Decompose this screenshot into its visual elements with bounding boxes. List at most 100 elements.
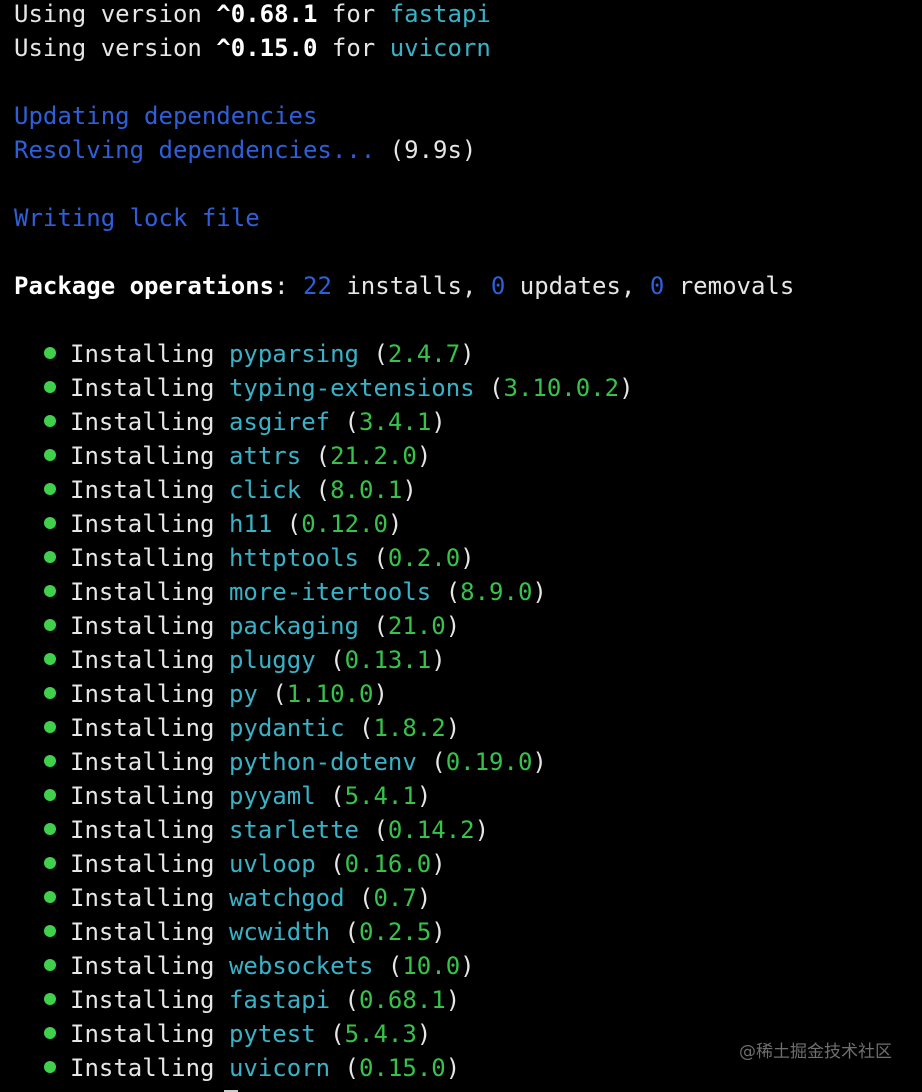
version-line-fastapi: Using version ^0.68.1 for fastapi [14,0,491,28]
bullet-icon [44,517,56,529]
updating-dependencies-line: Updating dependencies [14,102,318,130]
install-row: Installing fastapi (0.68.1) [14,983,914,1017]
package-name: uvloop [228,850,316,878]
package-version: 0.19.0 [445,748,533,776]
install-row: Installing typing-extensions (3.10.0.2) [14,371,914,405]
install-row: Installing pluggy (0.13.1) [14,643,914,677]
install-verb: Installing [70,340,215,368]
install-row: Installing py (1.10.0) [14,677,914,711]
package-version: 0.12.0 [301,510,388,538]
install-verb: Installing [70,408,215,436]
install-verb: Installing [70,748,215,776]
package-version: 1.8.2 [373,714,446,742]
bullet-icon [44,551,56,563]
package-version: 0.16.0 [344,850,432,878]
bullet-icon [44,449,56,461]
install-list: Installing pyparsing (2.4.7) Installing t… [14,337,914,1085]
bullet-icon [44,993,56,1005]
package-operations-line: Package operations: 22 installs, 0 updat… [14,272,795,300]
bullet-icon [44,1061,56,1073]
install-verb: Installing [70,884,215,912]
install-verb: Installing [70,442,215,470]
package-version: 5.4.1 [344,782,417,810]
bullet-icon [44,823,56,835]
bullet-icon [44,619,56,631]
install-row: Installing attrs (21.2.0) [14,439,914,473]
bullet-icon [44,857,56,869]
install-row: Installing starlette (0.14.2) [14,813,914,847]
install-row: Installing pyparsing (2.4.7) [14,337,914,371]
install-verb: Installing [70,544,215,572]
package-name: pluggy [228,646,316,674]
terminal-output[interactable]: Using version ^0.68.1 for fastapi Using … [14,0,914,1092]
package-name: httptools [228,544,359,572]
package-version: 1.10.0 [286,680,374,708]
install-verb: Installing [70,782,215,810]
package-name: watchgod [228,884,345,912]
package-version: 0.14.2 [387,816,475,844]
package-name: uvicorn [389,34,491,62]
install-row: Installing uvloop (0.16.0) [14,847,914,881]
prompt-line[interactable] [14,1085,914,1092]
package-name: packaging [228,612,359,640]
package-name: pyparsing [228,340,359,368]
bullet-icon [44,653,56,665]
package-version: 0.68.1 [359,986,446,1014]
install-verb: Installing [70,612,215,640]
install-row: Installing python-dotenv (0.19.0) [14,745,914,779]
install-verb: Installing [70,374,215,402]
bullet-icon [44,347,56,359]
install-row: Installing websockets (10.0) [14,949,914,983]
package-version: 10.0 [402,952,461,980]
writing-lock-file-line: Writing lock file [14,204,260,232]
install-row: Installing more-itertools (8.9.0) [14,575,914,609]
bullet-icon [44,381,56,393]
package-version: 0.7 [373,884,417,912]
package-version: 0.15.0 [359,1054,446,1082]
install-row: Installing click (8.0.1) [14,473,914,507]
bullet-icon [44,1027,56,1039]
package-name: pydantic [228,714,345,742]
install-row: Installing pyyaml (5.4.1) [14,779,914,813]
install-row: Installing asgiref (3.4.1) [14,405,914,439]
install-verb: Installing [70,1020,215,1048]
version-spec: ^0.15.0 [216,34,318,62]
bullet-icon [44,687,56,699]
package-version: 8.0.1 [330,476,403,504]
package-name: websockets [228,952,374,980]
bullet-icon [44,721,56,733]
package-version: 5.4.3 [344,1020,417,1048]
install-row: Installing wcwidth (0.2.5) [14,915,914,949]
version-spec: ^0.68.1 [216,0,318,28]
resolving-dependencies-line: Resolving dependencies... (9.9s) [14,136,477,164]
package-name: wcwidth [228,918,331,946]
install-row: Installing httptools (0.2.0) [14,541,914,575]
package-name: starlette [228,816,359,844]
package-name: python-dotenv [228,748,417,776]
bullet-icon [44,755,56,767]
bullet-icon [44,891,56,903]
package-name: pyyaml [228,782,316,810]
bullet-icon [44,789,56,801]
install-verb: Installing [70,578,215,606]
install-row: Installing watchgod (0.7) [14,881,914,915]
package-name: more-itertools [228,578,432,606]
install-verb: Installing [70,714,215,742]
bullet-icon [44,925,56,937]
install-verb: Installing [70,918,215,946]
bullet-icon [44,483,56,495]
package-name: uvicorn [228,1054,331,1082]
bullet-icon [44,959,56,971]
updates-count: 0 [490,272,506,300]
version-line-uvicorn: Using version ^0.15.0 for uvicorn [14,34,491,62]
package-version: 0.13.1 [344,646,432,674]
watermark: @稀土掘金技术社区 [739,1042,892,1062]
install-row: Installing packaging (21.0) [14,609,914,643]
package-version: 3.4.1 [359,408,432,436]
installs-count: 22 [303,272,332,300]
install-verb: Installing [70,1054,215,1082]
